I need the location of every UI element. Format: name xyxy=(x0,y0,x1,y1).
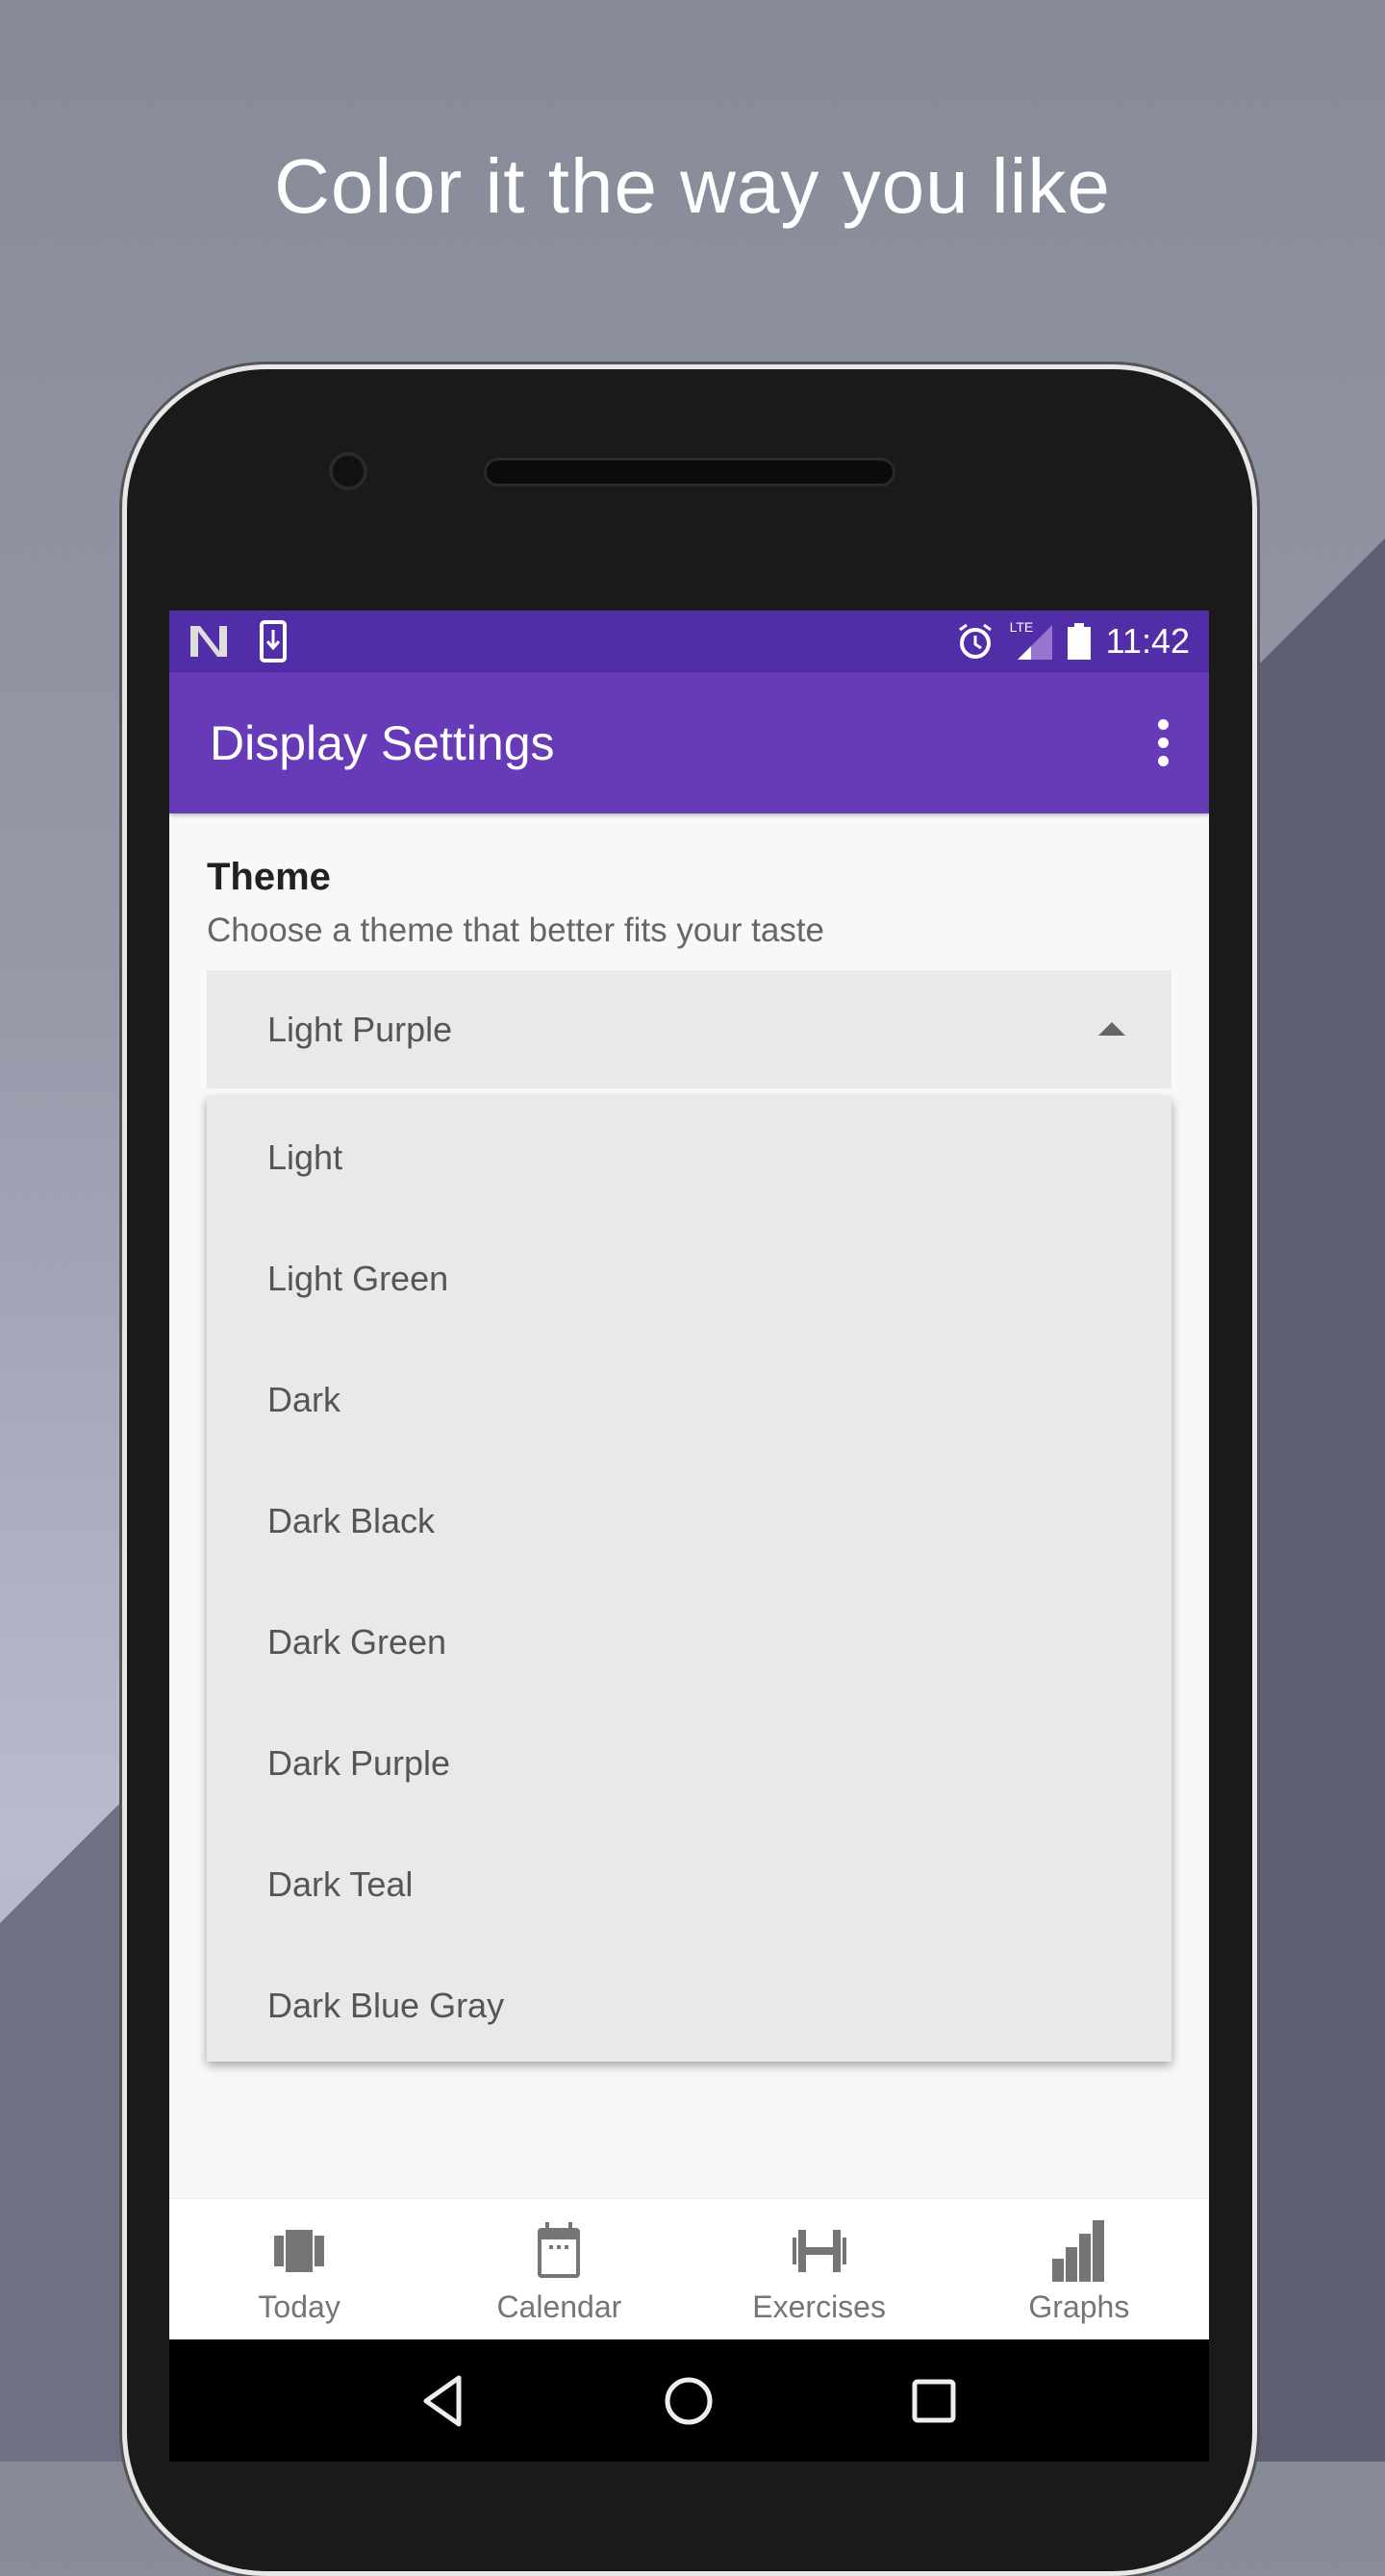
menu-item-light-green[interactable]: Light Green xyxy=(207,1218,1171,1339)
menu-item-dark[interactable]: Dark xyxy=(207,1339,1171,1461)
menu-item-dark-green[interactable]: Dark Green xyxy=(207,1582,1171,1703)
menu-item-light[interactable]: Light xyxy=(207,1097,1171,1218)
bottom-navigation: Today Calendar Exercises Graphs xyxy=(169,2198,1209,2339)
calendar-icon xyxy=(538,2222,581,2278)
theme-subtitle: Choose a theme that better fits your tas… xyxy=(207,912,825,949)
nav-exercises[interactable]: Exercises xyxy=(690,2199,949,2339)
status-bar: LTE 11:42 xyxy=(169,611,1209,672)
bar-chart-icon xyxy=(1051,2220,1104,2282)
screen: LTE 11:42 Display Settings Theme Choose … xyxy=(169,611,1209,2462)
dumbbell-icon xyxy=(792,2230,846,2272)
caret-up-icon xyxy=(1098,1022,1125,1036)
menu-item-dark-blue-gray[interactable]: Dark Blue Gray xyxy=(207,1945,1171,2066)
nav-label: Exercises xyxy=(752,2289,886,2324)
page-title: Display Settings xyxy=(210,715,555,770)
nav-calendar[interactable]: Calendar xyxy=(429,2199,689,2339)
network-label: LTE xyxy=(1009,619,1034,635)
menu-item-dark-teal[interactable]: Dark Teal xyxy=(207,1824,1171,1945)
camera-icon xyxy=(329,452,367,490)
nav-graphs[interactable]: Graphs xyxy=(949,2199,1209,2339)
back-icon[interactable] xyxy=(420,2374,468,2428)
theme-title: Theme xyxy=(207,856,331,898)
nav-today[interactable]: Today xyxy=(169,2199,429,2339)
system-navigation-bar xyxy=(169,2339,1209,2462)
recents-icon[interactable] xyxy=(910,2377,958,2425)
battery-icon xyxy=(1067,623,1091,660)
menu-item-dark-purple[interactable]: Dark Purple xyxy=(207,1703,1171,1824)
nougat-icon xyxy=(190,626,227,657)
today-icon xyxy=(274,2230,325,2272)
nav-label: Calendar xyxy=(496,2289,622,2324)
nav-label: Today xyxy=(258,2289,340,2324)
nav-label: Graphs xyxy=(1028,2289,1130,2324)
home-icon[interactable] xyxy=(662,2374,716,2428)
alarm-icon xyxy=(958,623,992,659)
menu-item-dark-black[interactable]: Dark Black xyxy=(207,1461,1171,1582)
app-bar: Display Settings xyxy=(169,672,1209,813)
download-icon xyxy=(260,620,287,663)
theme-dropdown-menu: Light Light Green Dark Dark Black Dark G… xyxy=(207,1097,1171,2062)
clock: 11:42 xyxy=(1105,621,1190,661)
headline: Color it the way you like xyxy=(274,143,1111,229)
theme-selected-value: Light Purple xyxy=(267,1009,453,1049)
speaker-grille xyxy=(484,458,895,487)
theme-select[interactable]: Light Purple xyxy=(207,970,1171,1088)
more-options-icon[interactable] xyxy=(1158,719,1169,766)
signal-icon: LTE xyxy=(1010,619,1052,660)
